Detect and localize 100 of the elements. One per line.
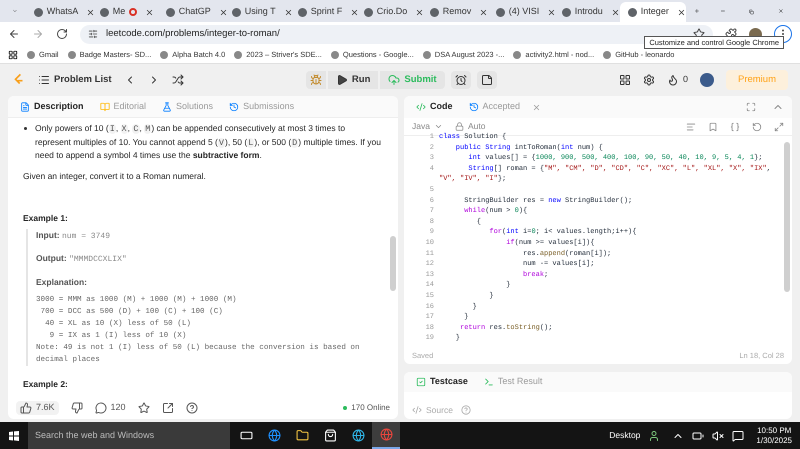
thumbs-down-icon[interactable] (70, 402, 83, 414)
site-icon (513, 50, 522, 58)
layout-icon[interactable] (618, 74, 631, 86)
browser-icon (352, 429, 364, 442)
desktop-label: Desktop (609, 429, 640, 442)
site-icon (628, 8, 637, 16)
site-icon (68, 50, 76, 58)
site-icon (232, 8, 241, 16)
streak-count: 0 (682, 73, 688, 86)
site-settings-icon[interactable] (88, 29, 98, 39)
browser-tab[interactable]: Crio.Do (356, 2, 422, 22)
output-text: Output: "MMMDCCXLIX" (36, 252, 128, 266)
panel-tab[interactable]: Description (16, 100, 88, 114)
browser-icon (268, 429, 280, 442)
example-title: Example 2: (23, 378, 69, 390)
thumbs-up-icon (20, 402, 32, 414)
tab-title: Crio.Do (376, 5, 408, 18)
close-icon[interactable] (547, 8, 556, 16)
comments-button[interactable]: 120 (94, 401, 126, 415)
panel-tab[interactable]: Testcase (412, 375, 472, 389)
task-view-icon (240, 429, 252, 442)
help-icon[interactable] (186, 402, 198, 414)
browser-tab[interactable]: Sprint F (290, 2, 356, 22)
tab-title: Sprint F (310, 5, 342, 18)
debug-button[interactable] (306, 71, 326, 89)
example-title: Example 1: (23, 212, 69, 224)
folder-icon (296, 429, 308, 442)
close-icon[interactable] (676, 8, 686, 16)
close-icon[interactable] (415, 8, 424, 16)
shuffle-icon[interactable] (172, 74, 184, 86)
note-icon (480, 74, 493, 86)
close-icon[interactable] (86, 8, 96, 16)
chevron-icon (434, 122, 443, 131)
close-icon[interactable] (284, 8, 293, 16)
run-button[interactable]: Run (328, 71, 378, 89)
close-icon[interactable] (610, 8, 620, 16)
close-icon[interactable] (350, 8, 360, 16)
flask-icon (162, 102, 172, 112)
site-icon (27, 50, 35, 58)
browser-tab[interactable]: ChatGP (158, 2, 224, 22)
close-icon[interactable] (218, 8, 228, 16)
site-icon (234, 50, 242, 58)
lock-icon (454, 122, 464, 131)
browser-tab[interactable]: Using T (224, 2, 290, 22)
person-icon[interactable] (648, 430, 660, 442)
fullscreen-icon[interactable] (774, 122, 784, 132)
tab-title: Introdu (574, 5, 603, 18)
close-icon[interactable] (479, 8, 488, 16)
input-text: Input: num = 3749 (36, 228, 111, 242)
apps-icon[interactable] (8, 50, 18, 60)
browser-icon (380, 428, 392, 441)
bullet-icon (24, 127, 27, 130)
tab-title: (4) VISI (508, 5, 540, 18)
site-icon (430, 8, 439, 16)
windows-logo-icon[interactable] (9, 430, 19, 440)
like-button[interactable]: 7.6K (16, 401, 59, 415)
book-icon (100, 102, 110, 112)
explanation-label: Explanation: (36, 276, 88, 288)
timer-button[interactable] (450, 71, 471, 89)
maximize-icon[interactable] (746, 102, 756, 112)
restore-icon[interactable] (749, 7, 754, 17)
problem-list-link[interactable]: Problem List (38, 72, 112, 88)
comment-icon (94, 402, 107, 414)
battery-icon[interactable] (692, 430, 704, 442)
url-text: leetcode.com/problems/integer-to-roman/ (106, 26, 280, 41)
code-icon (412, 405, 422, 415)
format-icon[interactable] (686, 122, 696, 132)
back-icon[interactable] (8, 28, 20, 40)
notification-icon[interactable] (732, 430, 744, 442)
site-icon (100, 8, 109, 16)
tab-title: Me (112, 5, 126, 18)
close-icon[interactable] (145, 8, 154, 16)
braces-icon[interactable] (730, 122, 740, 132)
notes-button[interactable] (476, 71, 497, 89)
star-icon[interactable] (138, 402, 150, 414)
user-avatar[interactable] (700, 73, 714, 87)
language-select[interactable]: Java (412, 120, 443, 133)
mute-icon[interactable] (712, 430, 724, 442)
site-icon (160, 50, 168, 58)
browser-tab[interactable]: Me (92, 2, 158, 22)
checkbox-icon (416, 377, 426, 387)
panel-tab[interactable]: Code (412, 100, 456, 114)
bookmark-icon[interactable] (708, 122, 718, 132)
reset-icon[interactable] (752, 122, 762, 132)
reload-icon[interactable] (56, 28, 68, 40)
tab-title: WhatsA (46, 5, 78, 18)
site-icon (364, 8, 373, 16)
site-icon (562, 8, 571, 16)
browser-tab[interactable]: Introdu (554, 2, 620, 22)
share-icon[interactable] (162, 402, 174, 414)
clock[interactable]: 10:50 PM 1/30/2025 (756, 426, 792, 446)
tab-title: ChatGP (178, 5, 211, 18)
flame-icon[interactable] (666, 74, 679, 86)
browser-tab[interactable]: Remov (422, 2, 488, 22)
browser-tab[interactable]: (4) VISI (488, 2, 554, 22)
settings-icon[interactable] (642, 74, 655, 86)
taskbar-search-field[interactable]: Search the web and Windows (28, 422, 230, 449)
history-icon (229, 102, 240, 112)
browser-tab[interactable]: WhatsA (26, 2, 92, 22)
browser-tab[interactable]: Integer (620, 2, 686, 22)
